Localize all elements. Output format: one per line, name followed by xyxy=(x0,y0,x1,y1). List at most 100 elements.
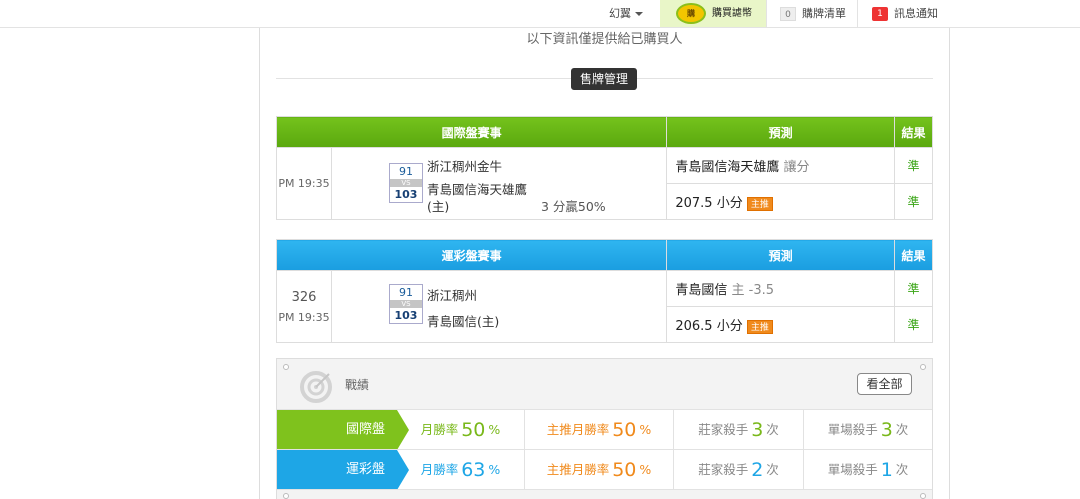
prediction-1-main: 青島國信海天雄鷹 xyxy=(675,160,780,175)
top-bar: 幻翼 購 購買謔幣 0 購牌清單 1 訊息通知 xyxy=(0,0,1080,28)
stat-label: 單場殺手 xyxy=(827,462,878,477)
stat-value: 1 xyxy=(880,459,893,481)
month-win-rate: 月勝率 63% xyxy=(397,450,524,490)
stat-label: 月勝率 xyxy=(420,462,459,477)
team-away: 浙江稠州 xyxy=(426,288,477,303)
match-extra: 3 分贏50% xyxy=(540,199,606,214)
stat-label: 單場殺手 xyxy=(827,422,878,437)
single-killer: 單場殺手 3 次 xyxy=(803,410,932,450)
intl-header-prediction: 預測 xyxy=(666,116,896,148)
scoreboard: 91 VS 103 xyxy=(388,284,423,324)
lottery-header-prediction: 預測 xyxy=(666,239,896,271)
score-home: 103 xyxy=(389,187,422,202)
result-1: 準 xyxy=(894,270,933,307)
prediction-2: 207.5 小分 主推 xyxy=(666,183,896,220)
vs-label: VS xyxy=(389,179,422,187)
intl-games-table: 國際盤賽事 預測 結果 PM 19:35 91 VS 103 浙江稠州金牛 青島… xyxy=(275,116,933,220)
cart-label: 購牌清單 xyxy=(802,7,846,20)
main-month-win-rate: 主推月勝率 50% xyxy=(524,450,673,490)
buy-coins-button[interactable]: 購 購買謔幣 xyxy=(660,0,766,27)
game-time: PM 19:35 xyxy=(276,147,332,220)
stat-value: 50 xyxy=(612,459,637,481)
prediction-2: 206.5 小分 主推 xyxy=(666,306,896,343)
lottery-header-result: 結果 xyxy=(894,239,933,271)
purchase-notice: 以下資訊僅提供給已購買人 xyxy=(526,32,683,47)
prediction-1-sub: 主 -3.5 xyxy=(731,283,775,298)
lottery-header-event: 運彩盤賽事 xyxy=(275,239,668,271)
stat-unit: % xyxy=(639,422,652,437)
single-killer: 單場殺手 1 次 xyxy=(803,450,932,490)
lottery-games-table: 運彩盤賽事 預測 結果 326 PM 19:35 91 VS 103 浙江稠州 … xyxy=(275,239,933,343)
intl-header-result: 結果 xyxy=(894,116,933,148)
recommend-tag: 主推 xyxy=(746,319,773,334)
content-frame-right xyxy=(949,28,950,499)
caret-down-icon xyxy=(635,12,643,16)
cart-count-badge: 0 xyxy=(780,7,796,21)
stat-unit: % xyxy=(488,422,501,437)
stat-label: 主推月勝率 xyxy=(546,462,610,477)
game-time: 326 PM 19:35 xyxy=(276,270,332,343)
month-win-rate: 月勝率 50% xyxy=(397,410,524,450)
team-away: 浙江稠州金牛 xyxy=(426,159,502,174)
divider xyxy=(857,0,858,27)
divider xyxy=(766,0,767,27)
record-header: 戰績 看全部 xyxy=(277,359,932,409)
notification-count-badge: 1 xyxy=(872,7,888,21)
game-number: 326 xyxy=(291,289,317,305)
prediction-1: 青島國信海天雄鷹 讓分 xyxy=(666,147,896,184)
cart-link[interactable]: 0 購牌清單 xyxy=(780,0,846,27)
corner-dot xyxy=(920,493,926,499)
team-home: 青島國信(主) xyxy=(426,314,500,329)
stat-value: 63 xyxy=(461,459,486,481)
notifications-link[interactable]: 1 訊息通知 xyxy=(872,0,938,27)
stat-label: 莊家殺手 xyxy=(698,462,749,477)
stat-unit: % xyxy=(639,462,652,477)
target-icon xyxy=(300,371,332,403)
stat-value: 50 xyxy=(612,419,637,441)
user-name: 幻翼 xyxy=(609,7,631,20)
home-mark: (主) xyxy=(426,199,450,214)
recommend-tag: 主推 xyxy=(746,196,773,211)
corner-dot xyxy=(920,364,926,370)
score-away: 91 xyxy=(389,164,422,179)
notifications-label: 訊息通知 xyxy=(894,7,938,20)
prediction-1-sub: 讓分 xyxy=(783,160,810,175)
scoreboard: 91 VS 103 xyxy=(388,163,423,203)
bank-killer: 莊家殺手 3 次 xyxy=(673,410,803,450)
record-row-label: 運彩盤 xyxy=(277,450,409,490)
vs-label: VS xyxy=(389,300,422,308)
stat-unit: % xyxy=(488,462,501,477)
sale-management-title: 售牌管理 xyxy=(571,68,637,90)
stat-unit: 次 xyxy=(895,462,909,477)
record-footer xyxy=(277,489,932,499)
corner-dot xyxy=(283,493,289,499)
score-away: 91 xyxy=(389,285,422,300)
stat-unit: 次 xyxy=(895,422,909,437)
prediction-2-main: 207.5 小分 xyxy=(675,196,743,211)
prediction-1-main: 青島國信 xyxy=(675,283,728,298)
intl-header-event: 國際盤賽事 xyxy=(275,116,668,148)
user-menu[interactable]: 幻翼 xyxy=(609,0,659,27)
content-frame-left xyxy=(259,28,260,499)
stat-label: 莊家殺手 xyxy=(698,422,749,437)
stat-label: 主推月勝率 xyxy=(546,422,610,437)
score-home: 103 xyxy=(389,308,422,323)
stat-label: 月勝率 xyxy=(420,422,459,437)
prediction-1: 青島國信 主 -3.5 xyxy=(666,270,896,307)
stat-unit: 次 xyxy=(766,422,779,437)
game-time-text: PM 19:35 xyxy=(278,177,330,190)
record-row-lottery: 運彩盤 月勝率 63% 主推月勝率 50% 莊家殺手 2 次 單場殺手 1 次 xyxy=(277,449,932,490)
stat-value: 3 xyxy=(880,419,893,441)
result-2: 準 xyxy=(894,183,933,220)
corner-dot xyxy=(283,364,289,370)
coin-icon: 購 xyxy=(676,3,706,24)
record-title: 戰績 xyxy=(345,378,370,392)
result-1: 準 xyxy=(894,147,933,184)
bank-killer: 莊家殺手 2 次 xyxy=(673,450,803,490)
stat-value: 50 xyxy=(461,419,486,441)
match-cell: 91 VS 103 浙江稠州金牛 青島國信海天雄鷹 (主) 3 分贏50% xyxy=(330,147,668,220)
prediction-2-main: 206.5 小分 xyxy=(675,319,743,334)
view-all-button[interactable]: 看全部 xyxy=(857,373,912,395)
stat-value: 3 xyxy=(751,419,764,441)
match-cell: 91 VS 103 浙江稠州 青島國信(主) xyxy=(330,270,668,343)
